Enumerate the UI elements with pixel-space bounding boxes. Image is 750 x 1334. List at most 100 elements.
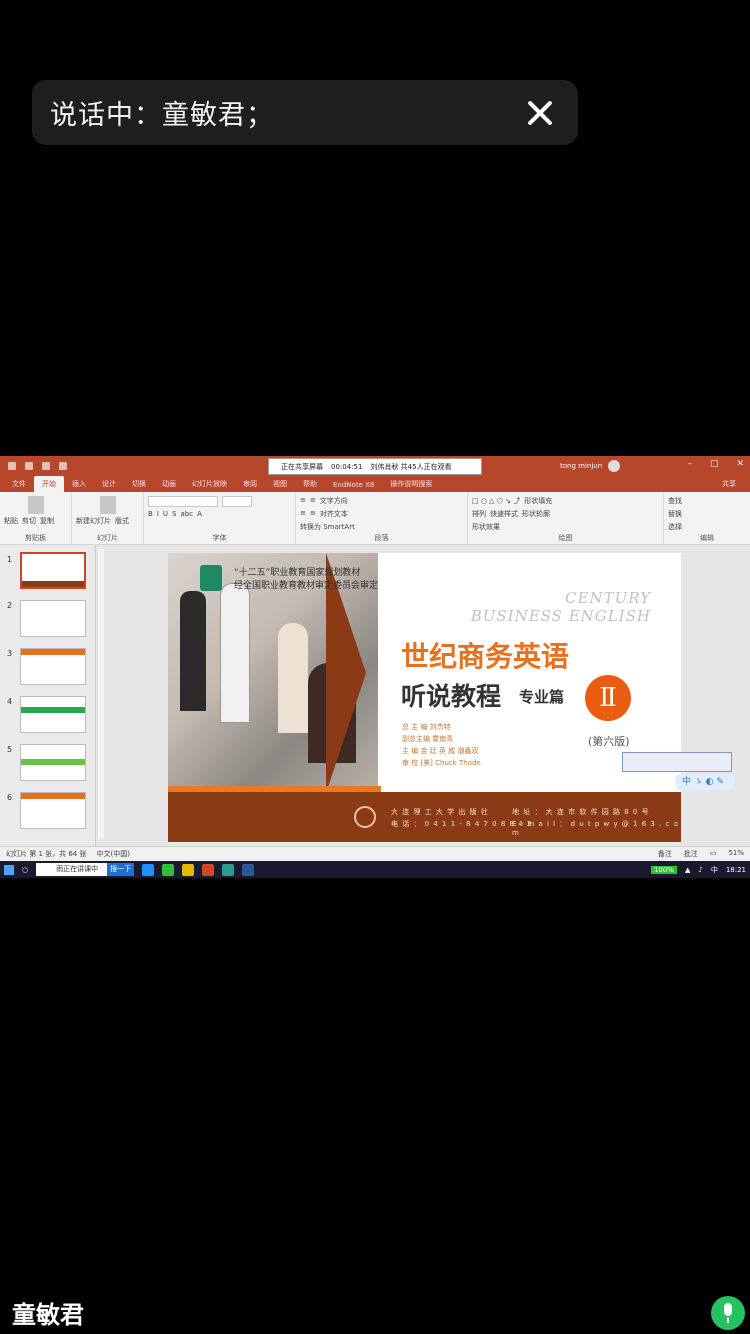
- clock: 18:21: [725, 865, 746, 874]
- layout-button[interactable]: 版式: [115, 516, 129, 526]
- save-icon[interactable]: [8, 461, 16, 470]
- cut-button[interactable]: 剪切: [22, 516, 36, 526]
- tab-transitions[interactable]: 切换: [124, 479, 154, 492]
- comments-button[interactable]: 批注: [684, 849, 698, 859]
- bullets-icon[interactable]: ≡: [300, 496, 306, 506]
- slide-thumbnail-5[interactable]: [20, 744, 86, 781]
- microphone-icon[interactable]: [711, 1296, 745, 1330]
- tab-endnote[interactable]: EndNote X8: [325, 481, 382, 492]
- edge-icon[interactable]: [142, 863, 155, 876]
- quick-styles-button[interactable]: 快速样式: [490, 509, 518, 519]
- cortana-icon[interactable]: ○: [22, 866, 28, 874]
- zoom-level[interactable]: 51%: [728, 849, 744, 859]
- windows-taskbar: ○ 雨正在讲课中 搜一下 100% ▲ ♪ 中 18:21: [0, 861, 750, 878]
- chrome-icon[interactable]: [222, 863, 235, 876]
- recording-time: 00:04:51: [331, 462, 363, 471]
- ime-toolbar[interactable]: 中 ゝ ◐ ✎: [676, 774, 734, 790]
- slide-canvas[interactable]: “十二五”职业教育国家规划教材 经全国职业教育教材审定委员会审定 CENTURY…: [168, 553, 681, 842]
- tab-design[interactable]: 设计: [94, 479, 124, 492]
- align-text-button[interactable]: 对齐文本: [320, 509, 348, 519]
- copy-button[interactable]: 复制: [40, 516, 54, 526]
- system-tray: 100% ▲ ♪ 中 18:21: [650, 865, 746, 875]
- viewers-text: 刘伟肖秋 共45人正在观看: [370, 462, 452, 471]
- close-window-icon[interactable]: ✕: [736, 459, 744, 469]
- browser-icon[interactable]: [162, 863, 175, 876]
- word-icon[interactable]: [242, 863, 255, 876]
- minimize-icon[interactable]: –: [687, 459, 692, 469]
- taskbar-search[interactable]: 雨正在讲课中 搜一下: [36, 863, 135, 876]
- paragraph-row3: 转换为 SmartArt: [300, 522, 463, 532]
- drawing-label: 绘图: [558, 534, 573, 542]
- shape-outline-button[interactable]: 形状轮廓: [522, 509, 550, 519]
- credits: 总 主 编 刘杰特 副总主编 霍南青 主 编 金 廷 英 威 潮鑫双 审 校 […: [402, 721, 481, 769]
- window-controls: – □ ✕: [687, 459, 744, 469]
- tab-review[interactable]: 审阅: [235, 479, 265, 492]
- status-right: 备注 批注 ▭ 51%: [658, 849, 744, 859]
- align-left-icon[interactable]: ≡: [300, 509, 306, 519]
- tab-insert[interactable]: 插入: [64, 479, 94, 492]
- slide-thumbnail-1[interactable]: [20, 552, 86, 589]
- paragraph-row1: ≡ ≡ 文字方向: [300, 496, 463, 506]
- text-direction-button[interactable]: 文字方向: [320, 496, 348, 506]
- shape-fill-button[interactable]: 形状填充: [524, 496, 552, 506]
- slide-title-3: 专业篇: [519, 688, 565, 706]
- font-color-icon[interactable]: A: [197, 510, 202, 518]
- drawing-group: □ ○ △ ⬡ ↘ ⤴ 形状填充 排列 快速样式 形状轮廓 形状效果 绘图: [468, 492, 664, 544]
- tell-me-search[interactable]: 操作说明搜索: [382, 479, 440, 492]
- search-go-button[interactable]: 搜一下: [107, 863, 135, 876]
- slide-thumbnail-4[interactable]: [20, 696, 86, 733]
- tab-view[interactable]: 视图: [265, 479, 295, 492]
- clipboard-label: 剪贴板: [25, 534, 46, 542]
- tab-file[interactable]: 文件: [4, 479, 34, 492]
- font-size-select[interactable]: [222, 496, 252, 507]
- smartart-button[interactable]: 转换为 SmartArt: [300, 522, 355, 532]
- tab-animations[interactable]: 动画: [154, 479, 184, 492]
- italic-icon[interactable]: I: [157, 510, 159, 518]
- new-slide-button[interactable]: 新建幻灯片: [76, 516, 111, 526]
- powerpoint-icon[interactable]: [202, 863, 215, 876]
- account-area[interactable]: tong minjun: [560, 460, 621, 472]
- select-button[interactable]: 选择: [668, 522, 682, 532]
- tab-slideshow[interactable]: 幻灯片放映: [184, 479, 235, 492]
- undo-icon[interactable]: [25, 461, 33, 470]
- slide-thumbnail-3[interactable]: [20, 648, 86, 685]
- font-name-select[interactable]: [148, 496, 218, 507]
- bold-icon[interactable]: B: [148, 510, 153, 518]
- align-center-icon[interactable]: ≡: [310, 509, 316, 519]
- slide-thumbnails[interactable]: 1 2 3 4 5 6: [0, 545, 96, 846]
- maximize-icon[interactable]: □: [710, 459, 719, 469]
- strikethrough-icon[interactable]: abc: [180, 510, 193, 518]
- tab-home[interactable]: 开始: [34, 476, 64, 492]
- paste-button[interactable]: 粘贴: [4, 516, 18, 526]
- shape-effects-button[interactable]: 形状效果: [472, 522, 500, 532]
- shadow-icon[interactable]: S: [172, 510, 176, 518]
- normal-view-icon[interactable]: ▭: [710, 849, 717, 859]
- volume-icon[interactable]: ♪: [698, 866, 702, 874]
- volume-badge: Ⅱ: [585, 675, 631, 721]
- ime-icon[interactable]: 中: [711, 865, 718, 875]
- arrange-button[interactable]: 排列: [472, 509, 486, 519]
- tab-help[interactable]: 帮助: [295, 479, 325, 492]
- network-icon[interactable]: ▲: [685, 866, 690, 874]
- find-button[interactable]: 查找: [668, 496, 682, 506]
- shapes-icon[interactable]: □ ○ △ ⬡ ↘ ⤴: [472, 496, 520, 506]
- slide-thumbnail-6[interactable]: [20, 792, 86, 829]
- share-button[interactable]: 共享: [714, 479, 744, 492]
- credits-line4: 审 校 [美] Chuck Thode: [402, 759, 481, 767]
- windows-start-icon[interactable]: [4, 864, 14, 875]
- paragraph-row2: ≡ ≡ 对齐文本: [300, 509, 463, 519]
- slide-thumbnail-2[interactable]: [20, 600, 86, 637]
- start-from-beginning-icon[interactable]: [59, 461, 67, 470]
- floating-toolbar[interactable]: [622, 752, 732, 772]
- new-slide-icon[interactable]: [99, 496, 116, 514]
- close-icon[interactable]: [520, 93, 560, 133]
- shapes-gallery[interactable]: □ ○ △ ⬡ ↘ ⤴ 形状填充: [472, 496, 659, 506]
- numbering-icon[interactable]: ≡: [310, 496, 316, 506]
- explorer-icon[interactable]: [182, 863, 195, 876]
- redo-icon[interactable]: [42, 461, 50, 470]
- thumbnail-scrollbar[interactable]: [98, 549, 104, 839]
- paste-icon[interactable]: [27, 496, 44, 514]
- replace-button[interactable]: 替换: [668, 509, 682, 519]
- notes-button[interactable]: 备注: [658, 849, 672, 859]
- underline-icon[interactable]: U: [163, 510, 168, 518]
